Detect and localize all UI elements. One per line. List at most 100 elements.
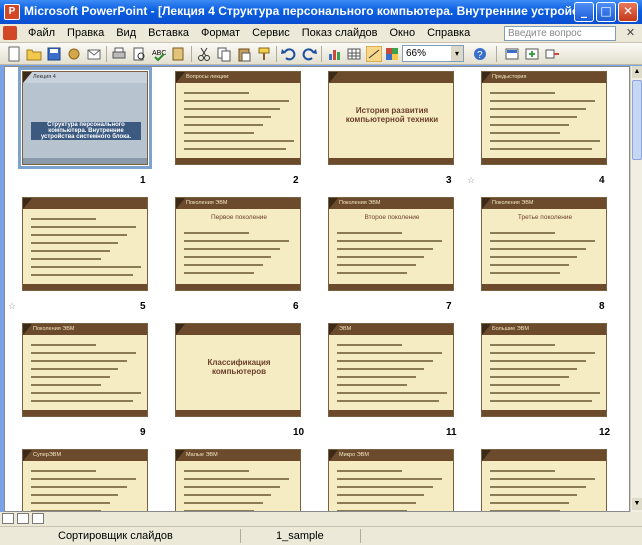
powerpoint-app-icon[interactable]: P <box>4 4 20 20</box>
new-icon[interactable] <box>6 46 22 62</box>
redo-icon[interactable] <box>301 46 317 62</box>
research-icon[interactable] <box>171 46 187 62</box>
zoom-select[interactable]: 66% ▾ <box>402 45 464 62</box>
horizontal-scrollbar[interactable] <box>54 512 642 526</box>
standard-toolbar: ABC 66% ▾ ? <box>0 43 642 65</box>
normal-view-button[interactable] <box>2 513 14 524</box>
slide-number: 8 <box>599 301 605 312</box>
slide-thumbnail[interactable]: Большие ЭВМ <box>481 323 607 417</box>
slide-corner-decoration <box>482 324 491 335</box>
toolbar-separator <box>191 46 192 62</box>
menu-edit[interactable]: Правка <box>61 27 110 39</box>
slide-thumbnail[interactable]: Лекция 4 Структура персонального компьюте… <box>18 67 152 169</box>
slide-corner-decoration <box>176 198 185 209</box>
slide-number: 5 <box>140 301 146 312</box>
open-icon[interactable] <box>26 46 42 62</box>
slide-design-icon[interactable] <box>504 46 520 62</box>
close-document-icon[interactable]: ✕ <box>624 27 637 40</box>
toolbar-separator <box>496 46 497 62</box>
slide-thumbnail[interactable] <box>481 449 607 511</box>
slide-thumbnail[interactable]: Классификация компьютеров <box>175 323 301 417</box>
menu-view[interactable]: Вид <box>110 27 142 39</box>
zoom-value: 66% <box>406 48 427 59</box>
undo-icon[interactable] <box>281 46 297 62</box>
slide-body-lines <box>337 232 445 280</box>
help-question-input[interactable]: Введите вопрос <box>504 26 616 41</box>
spelling-icon[interactable]: ABC <box>151 46 167 62</box>
expand-all-icon[interactable] <box>366 46 382 62</box>
print-preview-icon[interactable] <box>131 46 147 62</box>
slide-thumbnail[interactable]: Предыстория <box>481 71 607 165</box>
insert-chart-icon[interactable] <box>326 46 342 62</box>
slide-thumbnail[interactable]: История развития компьютерной техники <box>328 71 454 165</box>
scroll-down-arrow[interactable]: ▼ <box>632 498 642 510</box>
print-icon[interactable] <box>111 46 127 62</box>
help-icon[interactable]: ? <box>472 46 488 62</box>
slide-thumbnail[interactable] <box>22 197 148 291</box>
slide-thumbnail[interactable]: Малые ЭВМ <box>175 449 301 511</box>
email-icon[interactable] <box>86 46 102 62</box>
menu-format[interactable]: Формат <box>195 27 246 39</box>
slide-bottom-band <box>329 410 453 416</box>
menu-help[interactable]: Справка <box>421 27 476 39</box>
slide-number: 10 <box>293 427 305 438</box>
menu-slide-show[interactable]: Показ слайдов <box>296 27 384 39</box>
color-grayscale-icon[interactable] <box>384 46 400 62</box>
insert-table-icon[interactable] <box>346 46 362 62</box>
slide-number: 6 <box>293 301 299 312</box>
slide-body-lines <box>490 470 598 511</box>
toolbar-separator <box>321 46 322 62</box>
slide-body-lines <box>490 232 598 280</box>
format-painter-icon[interactable] <box>256 46 272 62</box>
slide-show-button[interactable] <box>32 513 44 524</box>
slide-thumbnail[interactable]: Поколения ЭВМ Третье поколение <box>481 197 607 291</box>
slide-transition-star-icon[interactable]: ☆ <box>467 175 475 186</box>
slide-number: 12 <box>599 427 611 438</box>
slide-number: 7 <box>446 301 452 312</box>
slide-thumbnail[interactable]: Поколения ЭВМ <box>22 323 148 417</box>
chevron-down-icon[interactable]: ▾ <box>451 46 463 61</box>
slide-header-band: Предыстория <box>482 72 606 83</box>
slide-thumbnail[interactable]: Поколения ЭВМ Первое поколение <box>175 197 301 291</box>
slide-header-band <box>23 198 147 209</box>
slide-bottom-band <box>329 284 453 290</box>
slide-number: 1 <box>140 175 146 186</box>
new-slide-icon[interactable] <box>524 46 540 62</box>
slide-header-band: Поколения ЭВМ <box>329 198 453 209</box>
slide-thumbnail[interactable]: Вопросы лекции: <box>175 71 301 165</box>
menu-window[interactable]: Окно <box>384 27 422 39</box>
vertical-scrollbar[interactable]: ▲ ▼ <box>630 66 642 512</box>
slide-number: 2 <box>293 175 299 186</box>
menu-bar: Файл Правка Вид Вставка Формат Сервис По… <box>0 24 642 43</box>
slide-sorter[interactable]: Лекция 4 Структура персонального компьюте… <box>4 66 630 512</box>
slide-thumbnail[interactable]: ЭВМ <box>328 323 454 417</box>
slide-transition-star-icon[interactable]: ☆ <box>8 301 16 312</box>
copy-icon[interactable] <box>216 46 232 62</box>
slide-header-band: Большие ЭВМ <box>482 324 606 335</box>
permission-icon[interactable] <box>66 46 82 62</box>
menu-file[interactable]: Файл <box>22 27 61 39</box>
save-icon[interactable] <box>46 46 62 62</box>
transition-icon[interactable] <box>544 46 560 62</box>
slide-header-band: Лекция 4 <box>23 72 147 83</box>
paste-icon[interactable] <box>236 46 252 62</box>
scroll-thumb[interactable] <box>632 80 642 160</box>
slide-thumbnail[interactable]: СуперЭВМ <box>22 449 148 511</box>
maximize-button[interactable]: □ <box>596 2 616 22</box>
slide-bottom-band <box>23 284 147 290</box>
menu-tools[interactable]: Сервис <box>246 27 296 39</box>
slide-body-lines <box>337 344 448 408</box>
cut-icon[interactable] <box>196 46 212 62</box>
close-button[interactable]: ✕ <box>618 2 638 22</box>
slide-sorter-view-button[interactable] <box>17 513 29 524</box>
title-bar[interactable]: P Microsoft PowerPoint - [Лекция 4 Струк… <box>0 0 642 24</box>
menu-insert[interactable]: Вставка <box>142 27 195 39</box>
slide-thumbnail[interactable]: Поколения ЭВМ Второе поколение <box>328 197 454 291</box>
document-icon[interactable] <box>3 26 17 40</box>
slide-body-lines <box>184 92 295 156</box>
slide-title-text: Первое поколение <box>210 214 268 221</box>
minimize-button[interactable]: _ <box>574 2 594 22</box>
slide-thumbnail[interactable]: Микро ЭВМ <box>328 449 454 511</box>
scroll-up-arrow[interactable]: ▲ <box>632 66 642 78</box>
slide-corner-decoration <box>329 450 338 461</box>
